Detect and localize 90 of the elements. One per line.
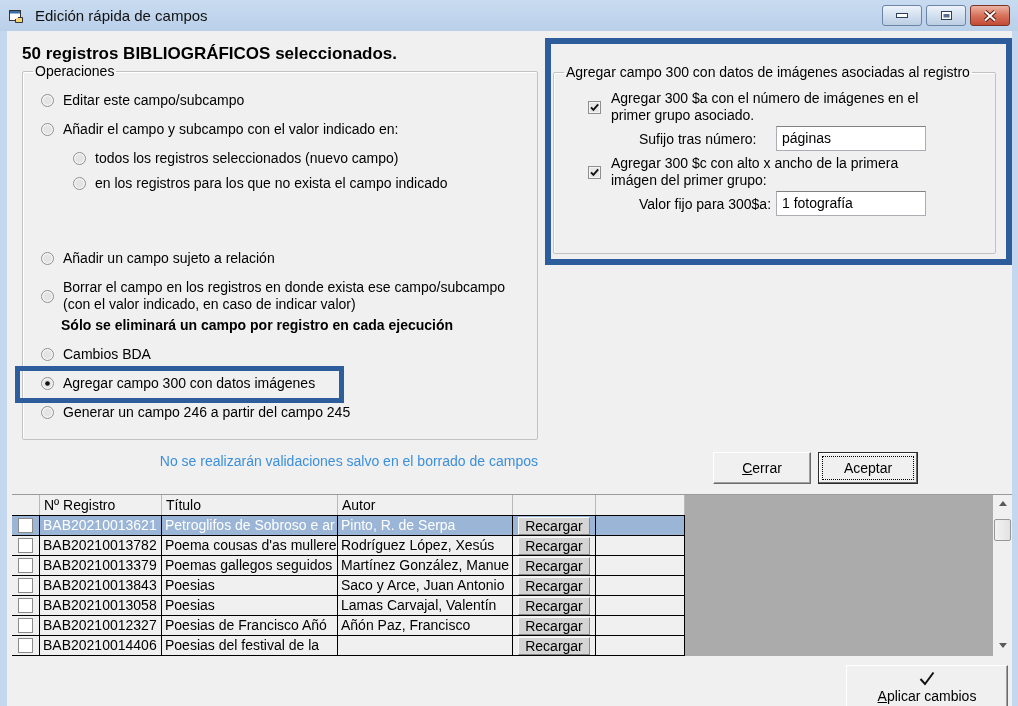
radio-button[interactable] <box>73 152 86 165</box>
table-cell: Añón Paz, Francisco <box>341 616 471 635</box>
option-label[interactable]: Borrar el campo en los registros en donde exista ese campo/subcampo (con el valor indicado, en caso de indicar valor) <box>63 279 523 313</box>
table-cell: Poesias de Francisco Añó <box>165 616 327 635</box>
option-label[interactable]: Cambios BDA <box>63 346 151 363</box>
reload-button[interactable]: Recargar <box>518 556 590 575</box>
table-cell: Martínez González, Manue <box>341 556 510 575</box>
checkbox[interactable] <box>18 518 33 533</box>
table-cell: Poemas gallegos seguidos <box>165 556 333 575</box>
close-button[interactable] <box>970 5 1010 26</box>
scroll-thumb[interactable] <box>994 519 1011 541</box>
option-label[interactable]: Agregar campo 300 con datos imágenes <box>63 375 316 392</box>
checkbox[interactable] <box>588 100 601 114</box>
apply-button[interactable]: Aplicar cambios <box>846 665 1008 706</box>
table-row[interactable]: BAB20210014406 Poesias del festival de la Recargar <box>12 636 685 656</box>
window-title: Edición rápida de campos <box>35 7 208 24</box>
reload-button[interactable]: Recargar <box>518 596 590 615</box>
column-header[interactable]: Nº Registro <box>44 495 116 515</box>
checkbox[interactable] <box>18 638 33 653</box>
table-cell: BAB20210013843 <box>43 576 157 595</box>
selection-heading: 50 registros BIBLIOGRÁFICOS seleccionados. <box>22 44 398 63</box>
table-cell: BAB20210013782 <box>43 536 157 555</box>
checkbox[interactable] <box>18 558 33 573</box>
radio-button[interactable] <box>73 177 86 190</box>
option-label[interactable]: Añadir el campo y subcampo con el valor indicado en: <box>63 121 399 138</box>
table-cell: Pinto, R. de Serpa <box>341 516 456 535</box>
checkbox[interactable] <box>588 165 601 179</box>
field-label: Valor fijo para 300$a: <box>639 195 772 212</box>
close-icon <box>983 9 997 22</box>
table-cell: Poesias del festival de la <box>165 636 320 655</box>
radio-button[interactable] <box>41 94 54 107</box>
checkbox-label[interactable]: Agregar 300 $c con alto x ancho de la primera imágen del primer grupo: <box>611 155 921 189</box>
table-row[interactable]: BAB20210013379 Poemas gallegos seguidos Martínez González, Manue Recargar <box>12 556 685 576</box>
reload-button[interactable]: Recargar <box>518 616 590 635</box>
field-label: Sufijo tras número: <box>639 130 757 147</box>
table-row[interactable]: BAB20210013843 Poesias Saco y Arce, Juan Antonio Recargar <box>12 576 685 596</box>
table-cell: BAB20210014406 <box>43 636 157 655</box>
checkbox[interactable] <box>18 538 33 553</box>
radio-button[interactable] <box>41 348 54 361</box>
checkbox-label[interactable]: Agregar 300 $a con el número de imágenes en el primer grupo asociado. <box>611 90 921 124</box>
table-cell: Lamas Carvajal, Valentín <box>341 596 497 615</box>
column-header[interactable]: Título <box>166 495 201 515</box>
table-cell: Rodríguez López, Xesús <box>341 536 495 555</box>
maximize-icon <box>940 11 952 20</box>
checkbox[interactable] <box>18 578 33 593</box>
radio-button[interactable] <box>41 123 54 136</box>
text-field[interactable]: páginas <box>776 126 926 151</box>
dialog-button[interactable]: Aceptar <box>818 452 918 484</box>
table-cell: BAB20210013379 <box>43 556 157 575</box>
checkbox[interactable] <box>18 618 33 633</box>
checkmark-icon <box>919 671 935 686</box>
table-row[interactable]: BAB20210013782 Poema cousas d'as mullere Rodríguez López, Xesús Recargar <box>12 536 685 556</box>
column-header[interactable]: Autor <box>342 495 376 515</box>
table-row[interactable]: BAB20210013058 Poesias Lamas Carvajal, Valentín Recargar <box>12 596 685 616</box>
option-label[interactable]: Añadir un campo sujeto a relación <box>63 250 275 267</box>
maximize-button[interactable] <box>926 5 966 26</box>
table-row[interactable]: BAB20210013621 Petroglifos de Sobroso e ar Pinto, R. de Serpa Recargar <box>12 516 685 536</box>
reload-button[interactable]: Recargar <box>518 516 590 535</box>
scroll-down-icon[interactable] <box>998 643 1007 648</box>
table-cell: Poema cousas d'as mullere <box>165 536 337 555</box>
table-cell: Poesias <box>165 576 215 595</box>
radio-button[interactable] <box>41 252 54 265</box>
group-title: Agregar campo 300 con datos de imágenes asociadas al registro <box>565 64 971 80</box>
table-cell: Poesias <box>165 596 215 615</box>
option-label[interactable]: Generar un campo 246 a partir del campo 245 <box>63 404 351 421</box>
warning-text: Sólo se eliminará un campo por registro en cada ejecución <box>61 316 454 334</box>
option-label[interactable]: todos los registros seleccionados (nuevo campo) <box>95 150 399 167</box>
reload-button[interactable]: Recargar <box>518 636 590 655</box>
table-cell: BAB20210013058 <box>43 596 157 615</box>
minimize-icon <box>896 13 908 18</box>
radio-button[interactable] <box>41 406 54 419</box>
table-row[interactable]: BAB20210012327 Poesias de Francisco Añó Añón Paz, Francisco Recargar <box>12 616 685 636</box>
checkbox[interactable] <box>18 598 33 613</box>
scroll-up-icon[interactable] <box>998 501 1007 506</box>
window-icon <box>9 8 23 23</box>
option-label[interactable]: Editar este campo/subcampo <box>63 92 245 109</box>
group-title: Operaciones <box>34 63 116 79</box>
notice-text: No se realizarán validaciones salvo en el borrado de campos <box>159 453 538 469</box>
reload-button[interactable]: Recargar <box>518 536 590 555</box>
text-field[interactable]: 1 fotografía <box>776 191 926 216</box>
minimize-button[interactable] <box>882 5 922 26</box>
reload-button[interactable]: Recargar <box>518 576 590 595</box>
radio-button[interactable] <box>41 289 54 303</box>
table-cell: Saco y Arce, Juan Antonio <box>341 576 505 595</box>
table-cell: BAB20210012327 <box>43 616 157 635</box>
table-cell: Petroglifos de Sobroso e ar <box>165 516 335 535</box>
table-cell: BAB20210013621 <box>43 516 157 535</box>
radio-button[interactable] <box>41 377 54 390</box>
option-label[interactable]: en los registros para los que no exista el campo indicado <box>95 175 448 192</box>
dialog-button[interactable]: Cerrar <box>713 452 811 484</box>
